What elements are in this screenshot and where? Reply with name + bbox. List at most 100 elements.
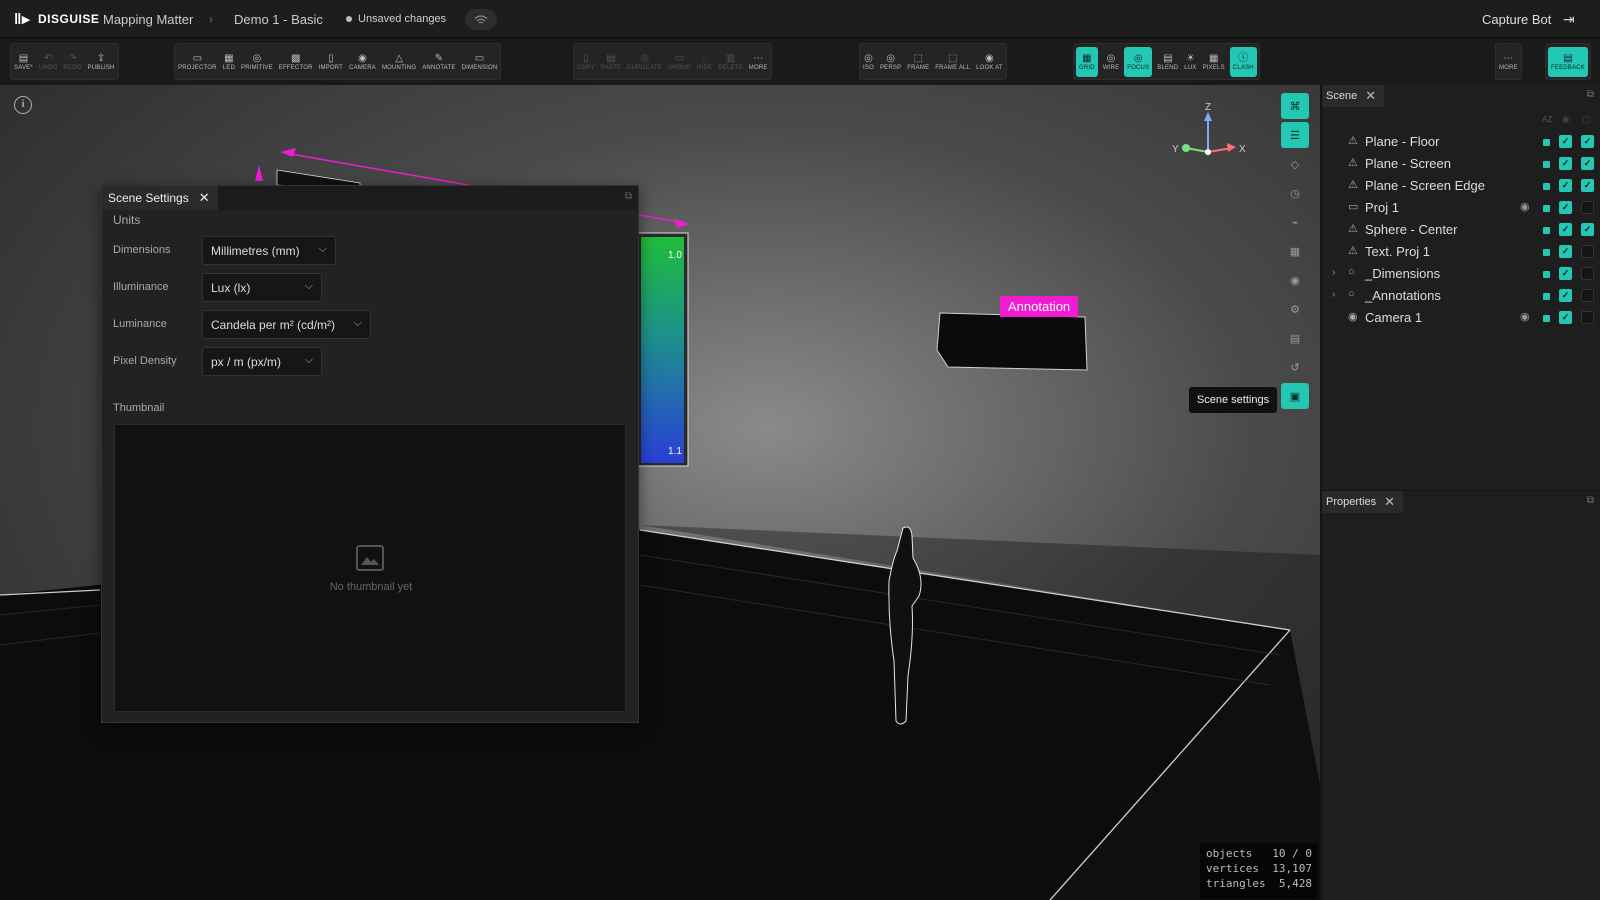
group-button[interactable]: ▭ GROUP bbox=[665, 47, 694, 77]
save-button[interactable]: ▤ SAVE* bbox=[11, 47, 36, 77]
tree-item[interactable]: ▭ Proj 1 ◉ ✓ bbox=[1322, 197, 1600, 219]
duplicate-button[interactable]: ◎ DUPLICATE bbox=[624, 47, 665, 77]
lock-checkbox[interactable]: ✓ bbox=[1581, 157, 1594, 170]
eye-icon[interactable]: ◉ bbox=[1520, 200, 1530, 213]
visible-checkbox[interactable]: ✓ bbox=[1559, 267, 1572, 280]
lock-checkbox[interactable] bbox=[1581, 311, 1594, 324]
primitive-button[interactable]: ◎ PRIMITIVE bbox=[238, 47, 276, 77]
axis-gizmo[interactable]: Z Y X bbox=[1172, 102, 1246, 155]
iso-button[interactable]: ◎ ISO bbox=[860, 47, 877, 77]
tree-item[interactable]: ⚠ Plane - Screen ✓ ✓ bbox=[1322, 153, 1600, 175]
breadcrumb-project[interactable]: Mapping Matter bbox=[103, 0, 193, 38]
sliders-icon[interactable]: ☰ bbox=[1281, 122, 1309, 148]
feedback-button[interactable]: ▤ FEEDBACK bbox=[1548, 46, 1588, 77]
lock-checkbox[interactable]: ✓ bbox=[1581, 135, 1594, 148]
close-icon[interactable]: ✕ bbox=[1384, 494, 1395, 510]
lock-checkbox[interactable] bbox=[1581, 245, 1594, 258]
info-icon[interactable]: i bbox=[14, 96, 32, 114]
history-clock-icon[interactable]: ◷ bbox=[1281, 180, 1309, 206]
undo-button[interactable]: ↶ UNDO bbox=[36, 47, 60, 77]
chevron-right-icon[interactable]: › bbox=[1332, 267, 1335, 278]
tree-item[interactable]: ⚠ Sphere - Center ✓ ✓ bbox=[1322, 219, 1600, 241]
visible-checkbox[interactable]: ✓ bbox=[1559, 179, 1572, 192]
history-icon[interactable]: ↺ bbox=[1281, 354, 1309, 380]
visible-checkbox[interactable]: ✓ bbox=[1559, 223, 1572, 236]
logout-icon[interactable]: ⇥ bbox=[1563, 0, 1575, 38]
scene-settings-icon[interactable]: ▣ bbox=[1281, 383, 1309, 409]
more-button[interactable]: ⋯ MORE bbox=[746, 47, 771, 77]
paste-button[interactable]: ▤ PASTE bbox=[598, 47, 624, 77]
tree-item[interactable]: ⚠ Text. Proj 1 ✓ bbox=[1322, 241, 1600, 263]
redo-button[interactable]: ↷ REDO bbox=[60, 47, 84, 77]
user-name[interactable]: Capture Bot bbox=[1482, 0, 1551, 38]
tree-icon[interactable]: ⌘ bbox=[1281, 93, 1309, 119]
pixels-button[interactable]: ▦ PIXELS bbox=[1200, 47, 1228, 77]
copy-button[interactable]: ▯ COPY bbox=[574, 47, 598, 77]
scene-panel-tab[interactable]: Scene ✕ bbox=[1322, 85, 1385, 107]
lock-checkbox[interactable] bbox=[1581, 289, 1594, 302]
eye-icon[interactable]: ◉ bbox=[1520, 310, 1530, 323]
illuminance-select[interactable]: Lux (lx) ⌵ bbox=[202, 273, 322, 302]
dimension-button[interactable]: ▭ DIMENSION bbox=[459, 47, 501, 77]
pixel-density-select[interactable]: px / m (px/m) ⌵ bbox=[202, 347, 322, 376]
hide-button[interactable]: ◌ HIDE bbox=[694, 47, 715, 77]
tree-item[interactable]: › ○ _Annotations ✓ bbox=[1322, 285, 1600, 307]
popout-icon[interactable]: ⧉ bbox=[1587, 89, 1594, 100]
visible-checkbox[interactable]: ✓ bbox=[1559, 157, 1572, 170]
visible-checkbox[interactable]: ✓ bbox=[1559, 201, 1572, 214]
visible-checkbox[interactable]: ✓ bbox=[1559, 289, 1572, 302]
wire-button[interactable]: ◎ WIRE bbox=[1100, 47, 1122, 77]
import-button[interactable]: ▯ IMPORT bbox=[316, 47, 346, 77]
luminance-select[interactable]: Candela per m² (cd/m²) ⌵ bbox=[202, 310, 371, 339]
visible-checkbox[interactable]: ✓ bbox=[1559, 135, 1572, 148]
annotate-button[interactable]: ✎ ANNOTATE bbox=[419, 47, 458, 77]
lux-button[interactable]: ☀ LUX bbox=[1181, 47, 1199, 77]
breadcrumb-scene[interactable]: Demo 1 - Basic bbox=[234, 0, 323, 38]
lock-checkbox[interactable] bbox=[1581, 267, 1594, 280]
frame-button[interactable]: ⬚ FRAME bbox=[904, 47, 932, 77]
dimensions-select[interactable]: Millimetres (mm) ⌵ bbox=[202, 236, 336, 265]
camera-icon[interactable]: ◉ bbox=[1281, 267, 1309, 293]
persp-button[interactable]: ◎ PERSP bbox=[877, 47, 904, 77]
camera-button[interactable]: ◉ CAMERA bbox=[346, 47, 379, 77]
visible-checkbox[interactable]: ✓ bbox=[1559, 311, 1572, 324]
properties-panel-tab[interactable]: Properties ✕ bbox=[1322, 491, 1404, 513]
annotation-label[interactable]: Annotation bbox=[1000, 296, 1079, 317]
effector-button[interactable]: ▩ EFFECTOR bbox=[276, 47, 316, 77]
lock-checkbox[interactable]: ✓ bbox=[1581, 179, 1594, 192]
publish-button[interactable]: ⇪ PUBLISH bbox=[85, 47, 118, 77]
brand[interactable]: ǁ▸ DISGUISE bbox=[14, 0, 99, 38]
thumbnail-area[interactable]: No thumbnail yet bbox=[114, 424, 626, 712]
mounting-button[interactable]: △ MOUNTING bbox=[379, 47, 419, 77]
lock-checkbox[interactable]: ✓ bbox=[1581, 223, 1594, 236]
tree-item[interactable]: › ○ _Dimensions ✓ bbox=[1322, 263, 1600, 285]
chevron-right-icon[interactable]: › bbox=[1332, 289, 1335, 300]
layers-icon[interactable]: ◇ bbox=[1281, 151, 1309, 177]
more-button[interactable]: ⋯ MORE bbox=[1496, 47, 1521, 77]
sort-icon[interactable]: AZ bbox=[1542, 115, 1552, 124]
close-icon[interactable]: ✕ bbox=[199, 190, 210, 206]
led-button[interactable]: ▦ LED bbox=[220, 47, 238, 77]
lock-checkbox[interactable] bbox=[1581, 201, 1594, 214]
frame-all-button[interactable]: ⬚ FRAME ALL bbox=[932, 47, 973, 77]
clash-button[interactable]: ⓘ CLASH bbox=[1229, 46, 1257, 77]
connection-icon[interactable] bbox=[465, 9, 497, 30]
grid-button[interactable]: ▦ GRID bbox=[1076, 46, 1098, 77]
visible-checkbox[interactable]: ✓ bbox=[1559, 245, 1572, 258]
focus-button[interactable]: ◎ FOCUS bbox=[1124, 46, 1153, 77]
look-at-button[interactable]: ◉ LOOK AT bbox=[973, 47, 1006, 77]
popout-icon[interactable]: ⧉ bbox=[625, 191, 632, 202]
document-icon[interactable]: ▤ bbox=[1281, 325, 1309, 351]
tree-item[interactable]: ◉ Camera 1 ◉ ✓ bbox=[1322, 307, 1600, 329]
projector-button[interactable]: ▭ PROJECTOR bbox=[175, 47, 220, 77]
tree-item[interactable]: ⚠ Plane - Floor ✓ ✓ bbox=[1322, 131, 1600, 153]
close-icon[interactable]: ✕ bbox=[1365, 88, 1376, 104]
popout-icon[interactable]: ⧉ bbox=[1587, 495, 1594, 506]
grid-icon[interactable]: ▦ bbox=[1281, 238, 1309, 264]
dialog-tab[interactable]: Scene Settings ✕ bbox=[102, 186, 218, 210]
settings-icon[interactable]: ⚙ bbox=[1281, 296, 1309, 322]
tree-item[interactable]: ⚠ Plane - Screen Edge ✓ ✓ bbox=[1322, 175, 1600, 197]
delete-button[interactable]: ▥ DELETE bbox=[715, 47, 746, 77]
lux-meter-icon[interactable]: ⌁ bbox=[1281, 209, 1309, 235]
blend-button[interactable]: ▤ BLEND bbox=[1154, 47, 1181, 77]
